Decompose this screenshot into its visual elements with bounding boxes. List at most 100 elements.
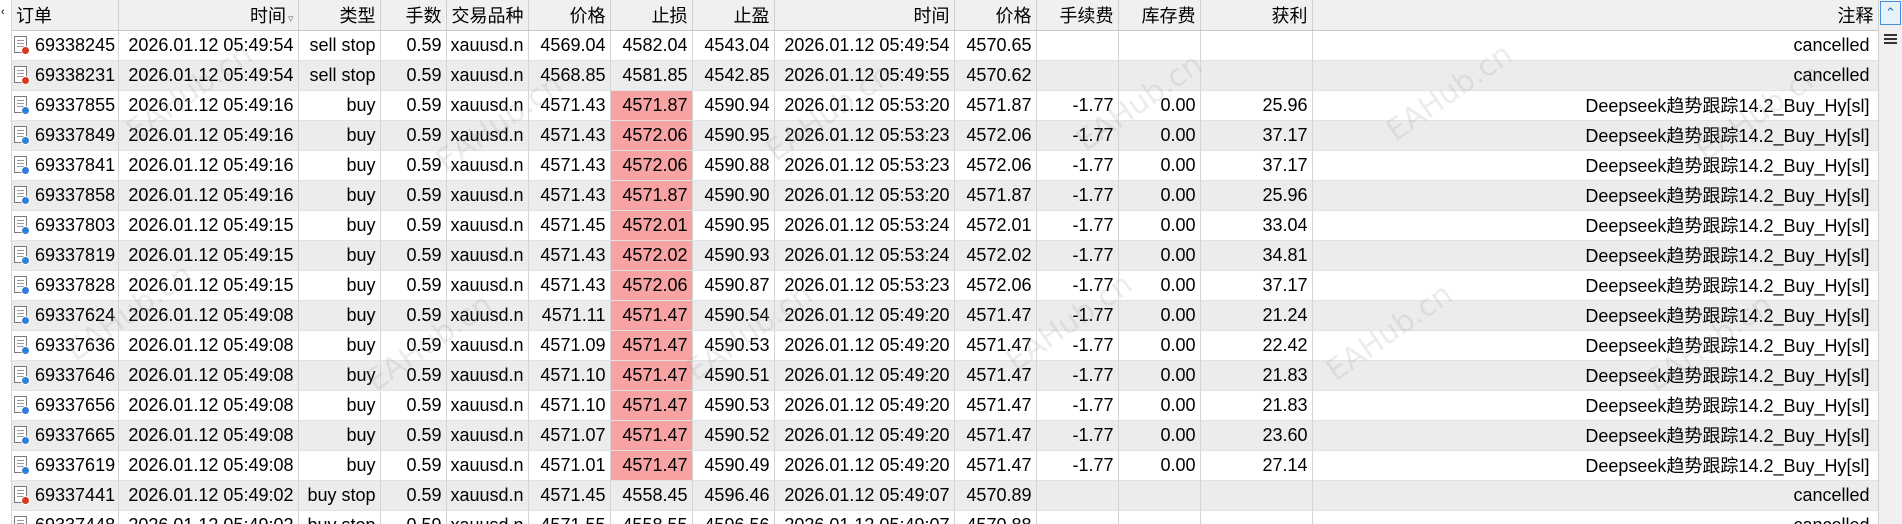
table-row[interactable]: 69337665 2026.01.12 05:49:08 buy 0.59 xauusd… (12, 420, 1878, 451)
cell-sl: 4572.06 (610, 120, 693, 151)
cell-swap: 0.00 (1118, 330, 1201, 361)
vertical-scrollbar[interactable]: ⌃ (1878, 0, 1902, 524)
cell-volume: 0.59 (380, 390, 447, 421)
cell-close-price: 4572.06 (954, 120, 1037, 151)
cell-sl: 4571.47 (610, 420, 693, 451)
order-filled-icon (14, 125, 30, 145)
column-header-open-time[interactable]: 时间 ▿ (118, 0, 299, 31)
cell-comment: Deepseek趋势跟踪14.2_Buy_Hy[sl] (1312, 150, 1878, 181)
cell-swap: 0.00 (1118, 210, 1201, 241)
cell-symbol: xauusd.n (446, 210, 529, 241)
table-row[interactable]: 69338231 2026.01.12 05:49:54 sell stop 0.59… (12, 60, 1878, 91)
cell-sl: 4582.04 (610, 30, 693, 61)
cell-volume: 0.59 (380, 270, 447, 301)
cell-sl: 4572.02 (610, 240, 693, 271)
cell-type: buy (298, 360, 381, 391)
cell-symbol: xauusd.n (446, 270, 529, 301)
column-header-volume[interactable]: 手数 (380, 0, 447, 31)
cell-open-price: 4571.43 (528, 120, 611, 151)
table-row[interactable]: 69337849 2026.01.12 05:49:16 buy 0.59 xauusd… (12, 120, 1878, 151)
column-header-comment[interactable]: 注释 (1312, 0, 1878, 31)
cell-tp: 4590.90 (692, 180, 775, 211)
cell-open-time: 2026.01.12 05:49:02 (118, 510, 299, 524)
cell-commission: -1.77 (1036, 120, 1119, 151)
cell-sl: 4571.47 (610, 450, 693, 481)
cell-profit: 37.17 (1200, 150, 1313, 181)
menu-icon[interactable] (1884, 34, 1897, 46)
cell-open-price: 4571.55 (528, 510, 611, 524)
cell-profit (1200, 510, 1313, 524)
column-header-swap[interactable]: 库存费 (1118, 0, 1201, 31)
order-number: 69337624 (35, 304, 116, 325)
table-row[interactable]: 69338245 2026.01.12 05:49:54 sell stop 0.59… (12, 30, 1878, 61)
order-number: 69337849 (35, 124, 116, 145)
table-row[interactable]: 69337819 2026.01.12 05:49:15 buy 0.59 xauusd… (12, 240, 1878, 271)
cell-order: 69337656 (12, 390, 119, 421)
cell-swap: 0.00 (1118, 180, 1201, 211)
cell-open-price: 4571.09 (528, 330, 611, 361)
cell-comment: Deepseek趋势跟踪14.2_Buy_Hy[sl] (1312, 360, 1878, 391)
column-header-label: 时间 (249, 5, 286, 26)
column-header-type[interactable]: 类型 (298, 0, 381, 31)
cell-comment: Deepseek趋势跟踪14.2_Buy_Hy[sl] (1312, 270, 1878, 301)
cell-symbol: xauusd.n (446, 330, 529, 361)
cell-volume: 0.59 (380, 240, 447, 271)
cell-volume: 0.59 (380, 510, 447, 524)
cell-commission: -1.77 (1036, 450, 1119, 481)
cell-type: buy (298, 120, 381, 151)
column-header-profit[interactable]: 获利 (1200, 0, 1313, 31)
cell-swap (1118, 30, 1201, 61)
cell-open-price: 4571.43 (528, 150, 611, 181)
table-row[interactable]: 69337828 2026.01.12 05:49:15 buy 0.59 xauusd… (12, 270, 1878, 301)
left-collapse-strip[interactable]: ‹ (0, 0, 12, 524)
cell-open-price: 4571.10 (528, 390, 611, 421)
order-number: 69338231 (35, 64, 116, 85)
cell-tp: 4590.93 (692, 240, 775, 271)
table-row[interactable]: 69337803 2026.01.12 05:49:15 buy 0.59 xauusd… (12, 210, 1878, 241)
cell-open-time: 2026.01.12 05:49:54 (118, 60, 299, 91)
cell-tp: 4590.53 (692, 390, 775, 421)
table-row[interactable]: 69337624 2026.01.12 05:49:08 buy 0.59 xauusd… (12, 300, 1878, 331)
cell-symbol: xauusd.n (446, 420, 529, 451)
cell-type: buy (298, 180, 381, 211)
column-header-commission[interactable]: 手续费 (1036, 0, 1119, 31)
chevron-left-icon[interactable]: ‹ (1, 6, 5, 18)
cell-open-price: 4568.85 (528, 60, 611, 91)
table-row[interactable]: 69337646 2026.01.12 05:49:08 buy 0.59 xauusd… (12, 360, 1878, 391)
cell-symbol: xauusd.n (446, 480, 529, 511)
table-row[interactable]: 69337636 2026.01.12 05:49:08 buy 0.59 xauusd… (12, 330, 1878, 361)
cell-volume: 0.59 (380, 30, 447, 61)
cell-volume: 0.59 (380, 180, 447, 211)
cell-comment: Deepseek趋势跟踪14.2_Buy_Hy[sl] (1312, 240, 1878, 271)
column-header-open-price[interactable]: 价格 (528, 0, 611, 31)
cell-profit: 25.96 (1200, 90, 1313, 121)
column-header-sl[interactable]: 止损 (610, 0, 693, 31)
column-header-close-price[interactable]: 价格 (954, 0, 1037, 31)
cell-tp: 4590.53 (692, 330, 775, 361)
table-row[interactable]: 69337619 2026.01.12 05:49:08 buy 0.59 xauusd… (12, 450, 1878, 481)
cell-symbol: xauusd.n (446, 390, 529, 421)
scroll-up-icon[interactable]: ⌃ (1880, 1, 1901, 25)
column-header-close-time[interactable]: 时间 (774, 0, 955, 31)
cell-comment: cancelled (1312, 510, 1878, 524)
table-row[interactable]: 693374482026.01.12 05:49:02buy stop0.59x… (12, 510, 1878, 524)
cell-comment: Deepseek趋势跟踪14.2_Buy_Hy[sl] (1312, 390, 1878, 421)
column-header-tp[interactable]: 止盈 (692, 0, 775, 31)
cell-close-price: 4571.47 (954, 300, 1037, 331)
cell-swap (1118, 480, 1201, 511)
column-header-order[interactable]: 订单 (12, 0, 119, 31)
cell-swap: 0.00 (1118, 90, 1201, 121)
cell-open-price: 4569.04 (528, 30, 611, 61)
column-header-symbol[interactable]: 交易品种 (446, 0, 529, 31)
table-row[interactable]: 69337841 2026.01.12 05:49:16 buy 0.59 xauusd… (12, 150, 1878, 181)
table-row[interactable]: 69337858 2026.01.12 05:49:16 buy 0.59 xauusd… (12, 180, 1878, 211)
cell-order: 69338231 (12, 60, 119, 91)
cell-type: buy stop (298, 480, 381, 511)
table-row[interactable]: 69337441 2026.01.12 05:49:02 buy stop 0.59 x… (12, 480, 1878, 511)
table-row[interactable]: 69337855 2026.01.12 05:49:16 buy 0.59 xauusd… (12, 90, 1878, 121)
cell-open-price: 4571.10 (528, 360, 611, 391)
table-row[interactable]: 69337656 2026.01.12 05:49:08 buy 0.59 xauusd… (12, 390, 1878, 421)
cell-close-time: 2026.01.12 05:53:20 (774, 90, 955, 121)
cell-close-time: 2026.01.12 05:53:23 (774, 150, 955, 181)
sort-indicator-icon[interactable]: ▿ (288, 13, 294, 25)
